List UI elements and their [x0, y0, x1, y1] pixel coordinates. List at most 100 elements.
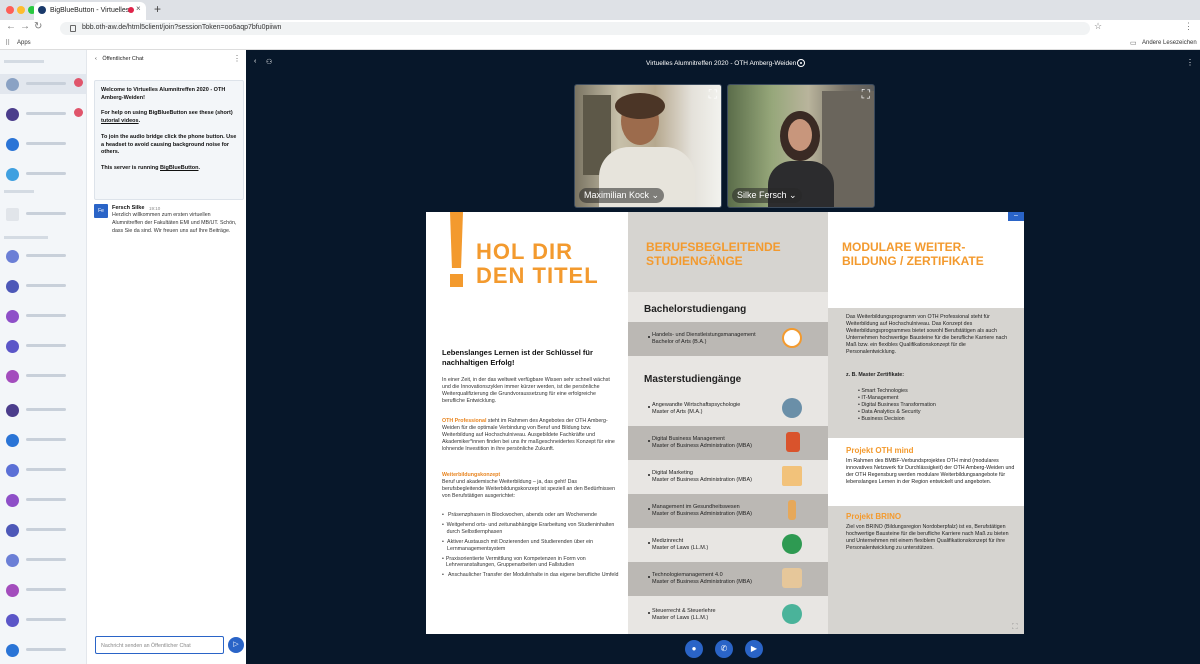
list-item[interactable] — [0, 640, 86, 660]
slide-column-1: HOL DIR DEN TITEL Lebenslanges Lernen is… — [426, 212, 628, 634]
browser-menu-icon[interactable]: ⋮ — [1184, 21, 1193, 32]
new-tab-button[interactable]: + — [154, 2, 161, 16]
list-item[interactable] — [0, 104, 86, 124]
tutorial-link[interactable]: tutorial videos — [101, 118, 139, 124]
list-item: • Aktiver Austausch mit Dozierenden und S… — [442, 538, 594, 552]
avatar: Fe — [94, 204, 108, 218]
person-hair — [615, 93, 665, 119]
chat-panel: ‹ Öffentlicher Chat ⋮ Welcome to Virtuel… — [86, 50, 246, 664]
paragraph-icon — [782, 604, 802, 624]
list-item[interactable] — [0, 164, 86, 184]
user-list-toggle-icon[interactable]: ⚇ — [266, 58, 272, 66]
list-item: • Smart Technologies — [858, 388, 908, 394]
slide-column-3: MODULARE WEITER- BILDUNG / ZERTIFIKATE D… — [828, 212, 1024, 634]
paragraph-2: OTH Professional steht im Rahmen des Ang… — [442, 418, 615, 452]
list-item[interactable] — [0, 366, 86, 386]
phone-icon: ✆ — [720, 644, 728, 653]
folder-icon: ▭ — [1130, 40, 1137, 47]
table-row: Steuerrecht & Steuerlehre Master of Laws … — [628, 598, 828, 632]
recording-tab-icon — [128, 7, 134, 13]
apps-bookmark[interactable]: Apps — [17, 40, 31, 46]
options-menu-icon[interactable]: ⋮ — [1186, 58, 1194, 67]
send-button[interactable]: ▷ — [228, 637, 244, 653]
welcome-audio: To join the audio bridge click the phone… — [101, 133, 237, 156]
list-item: • Anschaulicher Transfer der Modulinhalte… — [442, 572, 619, 579]
column-title: MODULARE WEITER- BILDUNG / ZERTIFIKATE — [842, 240, 984, 268]
section-heading — [4, 60, 44, 63]
list-item[interactable] — [0, 490, 86, 510]
list-item[interactable] — [0, 134, 86, 154]
chat-header[interactable]: ‹ Öffentlicher Chat — [95, 56, 144, 62]
minimize-presentation-button[interactable]: – — [1008, 212, 1024, 221]
list-item[interactable] — [0, 246, 86, 266]
cert-list: • Smart Technologies • IT-Management • D… — [858, 388, 1028, 423]
forward-icon[interactable]: → — [20, 21, 30, 32]
table-row: Angewandte Wirtschaftspsychologie Master … — [628, 392, 828, 426]
bbb-link[interactable]: BigBlueButton — [160, 165, 199, 171]
browser-tab-bar: BigBlueButton - Virtuelles × + — [0, 0, 1200, 20]
list-item[interactable] — [0, 580, 86, 600]
bullet-list: • Präsenzphasen in Blockwochen, abends od… — [442, 512, 620, 579]
close-window-icon[interactable] — [6, 6, 14, 14]
camera-icon: ▶ — [750, 644, 758, 653]
fullscreen-icon[interactable]: ⛶ — [709, 87, 717, 102]
list-item[interactable] — [0, 204, 86, 224]
welcome-server: This server is running BigBlueButton. — [101, 164, 201, 171]
column-title: BERUFSBEGLEITENDE STUDIENGÄNGE — [646, 240, 781, 268]
phone-button[interactable]: ✆ — [715, 640, 733, 658]
exclamation-bar — [450, 212, 463, 268]
list-item[interactable] — [0, 460, 86, 480]
tree-icon — [782, 398, 802, 418]
intro-text: Das Weiterbildungsprogramm von OTH Profe… — [846, 314, 1008, 355]
video-tile-2[interactable]: ⛶ Silke Fersch ⌄ — [727, 84, 875, 208]
list-item[interactable] — [0, 400, 86, 420]
chevron-left-icon[interactable]: ‹ — [95, 56, 97, 62]
camera-button[interactable]: ▶ — [745, 640, 763, 658]
chat-options-icon[interactable]: ⋮ — [233, 54, 241, 63]
user-list-panel — [0, 50, 86, 664]
message-sender: Fersch Silke — [112, 205, 145, 211]
list-item[interactable] — [0, 276, 86, 296]
paragraph-1: In einer Zeit, in der das weltweit verfü… — [442, 377, 610, 404]
reload-icon[interactable]: ↻ — [34, 21, 42, 32]
list-item: • Praxisorientierte Vermittlung von Kompe… — [442, 555, 586, 569]
recording-icon[interactable] — [797, 59, 805, 67]
other-bookmarks[interactable]: Andere Lesezeichen — [1142, 40, 1197, 46]
video-name[interactable]: Silke Fersch ⌄ — [732, 188, 802, 203]
tab-close-icon[interactable]: × — [136, 4, 141, 13]
project-text: Im Rahmen des BMBF-Verbundsprojektes OTH… — [846, 458, 1015, 485]
meeting-area: ‹ ⚇ Virtuelles Alumnitreffen 2020 - OTH … — [246, 50, 1200, 664]
table-row: Digital Business Management Master of Bus… — [628, 426, 828, 460]
apps-grid-icon: ⠿ — [5, 40, 11, 47]
list-item[interactable] — [0, 306, 86, 326]
section-heading — [4, 190, 34, 193]
star-icon[interactable]: ☆ — [1094, 21, 1102, 32]
fullscreen-icon[interactable]: ⛶ — [862, 87, 870, 102]
phone-icon — [786, 432, 800, 452]
bachelor-heading: Bachelorstudiengang — [644, 304, 747, 315]
fullscreen-icon[interactable]: ⛶ — [1012, 622, 1018, 632]
project-heading: Projekt OTH mind — [846, 446, 914, 455]
collapse-panel-icon[interactable]: ‹ — [254, 58, 256, 65]
table-row: Medizinrecht Master of Laws (LL.M.) — [628, 528, 828, 562]
address-bar[interactable]: bbb.oth-aw.de/html5client/join?sessionTo… — [60, 22, 1090, 35]
caduceus-icon — [788, 500, 796, 520]
video-tile-1[interactable]: ⛶ Maximilian Kock ⌄ — [574, 84, 722, 208]
list-item[interactable] — [0, 550, 86, 570]
video-name[interactable]: Maximilian Kock ⌄ — [579, 188, 665, 203]
microphone-button[interactable]: ● — [685, 640, 703, 658]
minimize-window-icon[interactable] — [17, 6, 25, 14]
exclamation-dot — [450, 274, 463, 287]
list-item[interactable] — [0, 520, 86, 540]
chart-icon — [782, 466, 802, 486]
list-item: • Weitgehend orts- und zeitunabhängige Er… — [442, 521, 615, 535]
list-item[interactable] — [0, 336, 86, 356]
list-item[interactable] — [0, 610, 86, 630]
chat-input[interactable]: Nachricht senden an Öffentlicher Chat — [95, 636, 224, 654]
slide-title: HOL DIR DEN TITEL — [476, 239, 599, 288]
back-icon[interactable]: ← — [6, 21, 16, 32]
welcome-line: Welcome to Virtuelles Alumnitreffen 2020… — [101, 87, 226, 101]
list-item[interactable] — [0, 430, 86, 450]
list-item[interactable] — [0, 74, 86, 94]
lead-text: Lebenslanges Lernen ist der Schlüssel fü… — [442, 348, 593, 367]
